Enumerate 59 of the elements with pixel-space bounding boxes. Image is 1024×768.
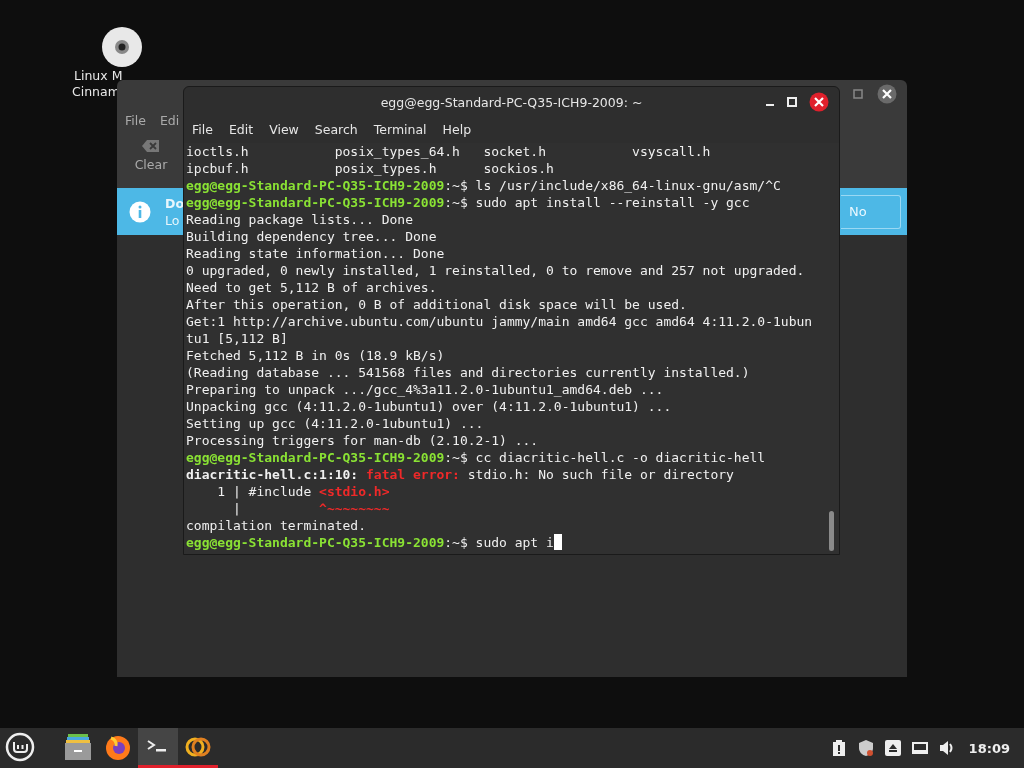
menu-item[interactable]: Terminal bbox=[373, 122, 427, 138]
terminal-text: stdio.h: No such file or directory bbox=[466, 466, 734, 483]
infobar-text: Lo bbox=[165, 211, 181, 229]
terminal-text: After this operation, 0 B of additional disk space will be used. bbox=[186, 296, 687, 313]
terminal-text: Get:1 http://archive.ubuntu.com/ubuntu jammy/main amd64 gcc amd64 4:11.2.0-1ubun bbox=[186, 313, 813, 330]
terminal-text: 0 upgraded, 0 newly installed, 1 reinstalled, 0 to remove and 257 not upgraded. bbox=[186, 262, 805, 279]
terminal-text: Processing triggers for man-db (2.10.2-1) ... bbox=[186, 432, 539, 449]
clock[interactable]: 18:09 bbox=[968, 740, 1010, 756]
menu-item[interactable]: Edit bbox=[228, 122, 254, 138]
terminal-text: Setting up gcc (4:11.2.0-1ubuntu1) ... bbox=[186, 415, 484, 432]
terminal-text: | bbox=[231, 500, 242, 517]
menu-item[interactable]: File bbox=[125, 113, 146, 128]
terminal-text: :~$ sudo apt i bbox=[444, 534, 554, 551]
terminal-text: Reading package lists... Done bbox=[186, 211, 413, 228]
terminal-text: 1 | #include bbox=[216, 483, 313, 500]
info-icon bbox=[129, 200, 151, 223]
menu-item[interactable]: Help bbox=[442, 122, 472, 138]
terminal-text: tu1 [5,112 B] bbox=[186, 330, 288, 347]
prompt-text: egg@egg-Standard-PC-Q35-ICH9-2009 bbox=[186, 449, 445, 466]
close-icon[interactable] bbox=[809, 92, 829, 112]
taskbar-button[interactable] bbox=[138, 728, 178, 768]
prompt-text: egg@egg-Standard-PC-Q35-ICH9-2009 bbox=[186, 194, 445, 211]
window-title: egg@egg-Standard-PC-Q35-ICH9-2009: ~ bbox=[380, 94, 643, 110]
menu-item[interactable]: File bbox=[192, 122, 213, 138]
text-cursor bbox=[553, 534, 562, 550]
close-icon[interactable] bbox=[877, 84, 897, 104]
error-text: ^~~~~~~~~ bbox=[319, 500, 390, 517]
prompt-text: egg@egg-Standard-PC-Q35-ICH9-2009 bbox=[186, 177, 445, 194]
terminal-text: Reading state information... Done bbox=[186, 245, 445, 262]
menu-item[interactable]: Edi bbox=[159, 113, 180, 128]
terminal-text: Preparing to unpack .../gcc_4%3a11.2.0-1ubuntu1_amd64.deb ... bbox=[186, 381, 664, 398]
menu-icon[interactable] bbox=[5, 731, 35, 762]
terminal-text: compilation terminated. bbox=[186, 517, 366, 534]
terminal-text: (Reading database ... 541568 files and directories currently installed.) bbox=[186, 364, 750, 381]
shield-icon[interactable] bbox=[856, 739, 875, 757]
terminal-text: Unpacking gcc (4:11.2.0-1ubuntu1) over (4:11.2.0-1ubuntu1) ... bbox=[186, 398, 672, 415]
terminal-text: :~$ cc diacritic-hell.c -o diacritic-hell bbox=[444, 449, 766, 466]
network-icon[interactable] bbox=[910, 739, 929, 757]
scrollbar-thumb[interactable] bbox=[829, 511, 834, 551]
clear-icon[interactable] bbox=[142, 139, 160, 153]
terminal-text: Need to get 5,112 B of archives. bbox=[186, 279, 437, 296]
prompt-text: egg@egg-Standard-PC-Q35-ICH9-2009 bbox=[186, 534, 445, 551]
terminal-text: Building dependency tree... Done bbox=[186, 228, 437, 245]
disc-icon[interactable] bbox=[101, 26, 143, 68]
error-text: fatal error: bbox=[366, 466, 460, 483]
terminal-text: ioctls.h posix_types_64.h socket.h vsyscall.h bbox=[186, 143, 711, 160]
menu-item[interactable]: View bbox=[269, 122, 299, 138]
eject-icon[interactable] bbox=[883, 739, 902, 757]
terminal-text: :~$ ls /usr/include/x86_64-linux-gnu/asm/^C bbox=[444, 177, 781, 194]
infobar-title: Do bbox=[165, 194, 184, 212]
desktop-icon-label: Linux M bbox=[74, 68, 123, 84]
terminal-text: Fetched 5,112 B in 0s (18.9 kB/s) bbox=[186, 347, 445, 364]
terminal-text: :~$ sudo apt install --reinstall -y gcc bbox=[444, 194, 750, 211]
menu-item[interactable]: Search bbox=[314, 122, 358, 138]
terminal-text: diacritic-hell.c:1:10: bbox=[186, 466, 360, 483]
folder-icon[interactable] bbox=[63, 731, 93, 762]
terminal-text: ipcbuf.h posix_types.h sockios.h bbox=[186, 160, 554, 177]
error-text: <stdio.h> bbox=[319, 483, 390, 500]
clear-label[interactable]: Clear bbox=[134, 157, 168, 172]
